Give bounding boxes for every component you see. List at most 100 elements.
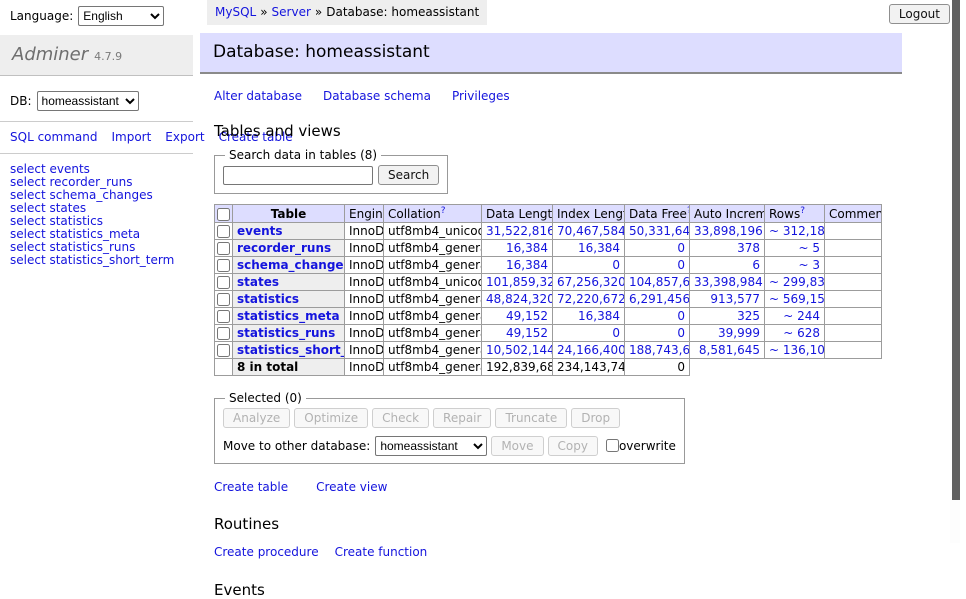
sidebar-link-import[interactable]: Import	[111, 130, 151, 144]
logout-button[interactable]: Logout	[889, 4, 950, 24]
create-procedure-link[interactable]: Create procedure	[214, 545, 319, 559]
row-checkbox[interactable]	[217, 242, 230, 255]
auto-increment-link[interactable]: 913,577	[694, 292, 760, 306]
table-link[interactable]: states	[237, 275, 279, 289]
data-length-link[interactable]: 101,859,328	[486, 275, 548, 289]
sidebar-item-select-events[interactable]: select events	[10, 162, 90, 176]
rows-count-link[interactable]: ~ 569,159	[769, 292, 820, 306]
table-link[interactable]: recorder_runs	[237, 241, 331, 255]
index-length-link[interactable]: 70,467,584	[557, 224, 620, 238]
collation-cell: utf8mb4_general_ci	[384, 308, 482, 325]
row-checkbox[interactable]	[217, 276, 230, 289]
index-length-link[interactable]: 67,256,320	[557, 275, 620, 289]
database-schema-link[interactable]: Database schema	[323, 89, 431, 103]
optimize-button[interactable]: Optimize	[294, 408, 368, 428]
rows-count-link[interactable]: ~ 299,833	[769, 275, 820, 289]
rows-count-link[interactable]: ~ 136,108	[769, 343, 820, 357]
row-checkbox[interactable]	[217, 225, 230, 238]
rows-count-link[interactable]: ~ 312,180	[769, 224, 820, 238]
sidebar-item-select-statistics[interactable]: select statistics	[10, 214, 103, 228]
search-input[interactable]	[223, 166, 373, 185]
auto-increment-link[interactable]: 8,581,645	[694, 343, 760, 357]
sidebar-item-select-recorder-runs[interactable]: select recorder_runs	[10, 175, 133, 189]
auto-increment-link[interactable]: 39,999	[694, 326, 760, 340]
breadcrumb-separator: »	[260, 5, 267, 19]
help-link[interactable]: ?	[800, 206, 805, 216]
table-link[interactable]: schema_changes	[237, 258, 345, 272]
privileges-link[interactable]: Privileges	[452, 89, 510, 103]
scrollbar-thumb[interactable]	[952, 0, 960, 500]
row-checkbox[interactable]	[217, 259, 230, 272]
table-link[interactable]: statistics_runs	[237, 326, 335, 340]
rows-count-link[interactable]: ~ 628	[769, 326, 820, 340]
row-checkbox[interactable]	[217, 293, 230, 306]
select-all-checkbox[interactable]	[217, 208, 230, 221]
sidebar-item-select-statistics-meta[interactable]: select statistics_meta	[10, 227, 140, 241]
move-button[interactable]: Move	[491, 436, 543, 456]
row-checkbox[interactable]	[217, 344, 230, 357]
sidebar-link-export[interactable]: Export	[165, 130, 204, 144]
sidebar-link-sql-command[interactable]: SQL command	[10, 130, 97, 144]
comment-cell	[825, 308, 882, 325]
data-length-link[interactable]: 31,522,816	[486, 224, 548, 238]
auto-increment-link[interactable]: 378	[694, 241, 760, 255]
comment-cell	[825, 325, 882, 342]
index-length-link[interactable]: 0	[557, 326, 620, 340]
drop-button[interactable]: Drop	[571, 408, 620, 428]
data-length-link[interactable]: 16,384	[486, 258, 548, 272]
sidebar-item-select-states[interactable]: select states	[10, 201, 86, 215]
sidebar-item-select-schema-changes[interactable]: select schema_changes	[10, 188, 153, 202]
sidebar-item-select-statistics-short-term[interactable]: select statistics_short_term	[10, 253, 174, 267]
data-free-link[interactable]: 0	[629, 309, 685, 323]
index-length-link[interactable]: 16,384	[557, 241, 620, 255]
breadcrumb-mysql-link[interactable]: MySQL	[215, 5, 256, 19]
row-checkbox[interactable]	[217, 327, 230, 340]
check-button[interactable]: Check	[372, 408, 429, 428]
breadcrumb-server-link[interactable]: Server	[272, 5, 311, 19]
table-link[interactable]: events	[237, 224, 283, 238]
data-free-link[interactable]: 104,857,600	[629, 275, 685, 289]
auto-increment-link[interactable]: 33,898,196	[694, 224, 760, 238]
data-length-link[interactable]: 16,384	[486, 241, 548, 255]
language-select[interactable]: English	[78, 6, 164, 26]
auto-increment-link[interactable]: 6	[694, 258, 760, 272]
alter-database-link[interactable]: Alter database	[214, 89, 302, 103]
table-link[interactable]: statistics	[237, 292, 299, 306]
rows-count-link[interactable]: ~ 3	[769, 258, 820, 272]
data-length-link[interactable]: 49,152	[486, 326, 548, 340]
analyze-button[interactable]: Analyze	[223, 408, 290, 428]
data-free-link[interactable]: 188,743,680	[629, 343, 685, 357]
data-length-link[interactable]: 49,152	[486, 309, 548, 323]
db-select[interactable]: homeassistant	[37, 91, 139, 111]
data-length-link[interactable]: 10,502,144	[486, 343, 548, 357]
data-free-link[interactable]: 0	[629, 326, 685, 340]
index-length-link[interactable]: 24,166,400	[557, 343, 620, 357]
create-view-link[interactable]: Create view	[316, 480, 387, 494]
data-free-link[interactable]: 6,291,456	[629, 292, 685, 306]
help-link[interactable]: ?	[441, 206, 446, 216]
data-length-link[interactable]: 48,824,320	[486, 292, 548, 306]
truncate-button[interactable]: Truncate	[495, 408, 567, 428]
move-db-select[interactable]: homeassistant	[375, 436, 487, 456]
routines-heading: Routines	[214, 515, 902, 533]
data-free-link[interactable]: 50,331,648	[629, 224, 685, 238]
copy-button[interactable]: Copy	[548, 436, 598, 456]
overwrite-checkbox[interactable]	[606, 439, 619, 452]
sidebar-item-select-statistics-runs[interactable]: select statistics_runs	[10, 240, 135, 254]
repair-button[interactable]: Repair	[433, 408, 491, 428]
row-checkbox[interactable]	[217, 310, 230, 323]
search-button[interactable]: Search	[378, 165, 439, 185]
rows-count-link[interactable]: ~ 5	[769, 241, 820, 255]
index-length-link[interactable]: 72,220,672	[557, 292, 620, 306]
data-free-link[interactable]: 0	[629, 241, 685, 255]
table-link[interactable]: statistics_short_term	[237, 343, 345, 357]
index-length-link[interactable]: 16,384	[557, 309, 620, 323]
index-length-link[interactable]: 0	[557, 258, 620, 272]
auto-increment-link[interactable]: 325	[694, 309, 760, 323]
create-function-link[interactable]: Create function	[335, 545, 428, 559]
auto-increment-link[interactable]: 33,398,984	[694, 275, 760, 289]
table-link[interactable]: statistics_meta	[237, 309, 340, 323]
rows-count-link[interactable]: ~ 244	[769, 309, 820, 323]
data-free-link[interactable]: 0	[629, 258, 685, 272]
create-table-link[interactable]: Create table	[214, 480, 288, 494]
